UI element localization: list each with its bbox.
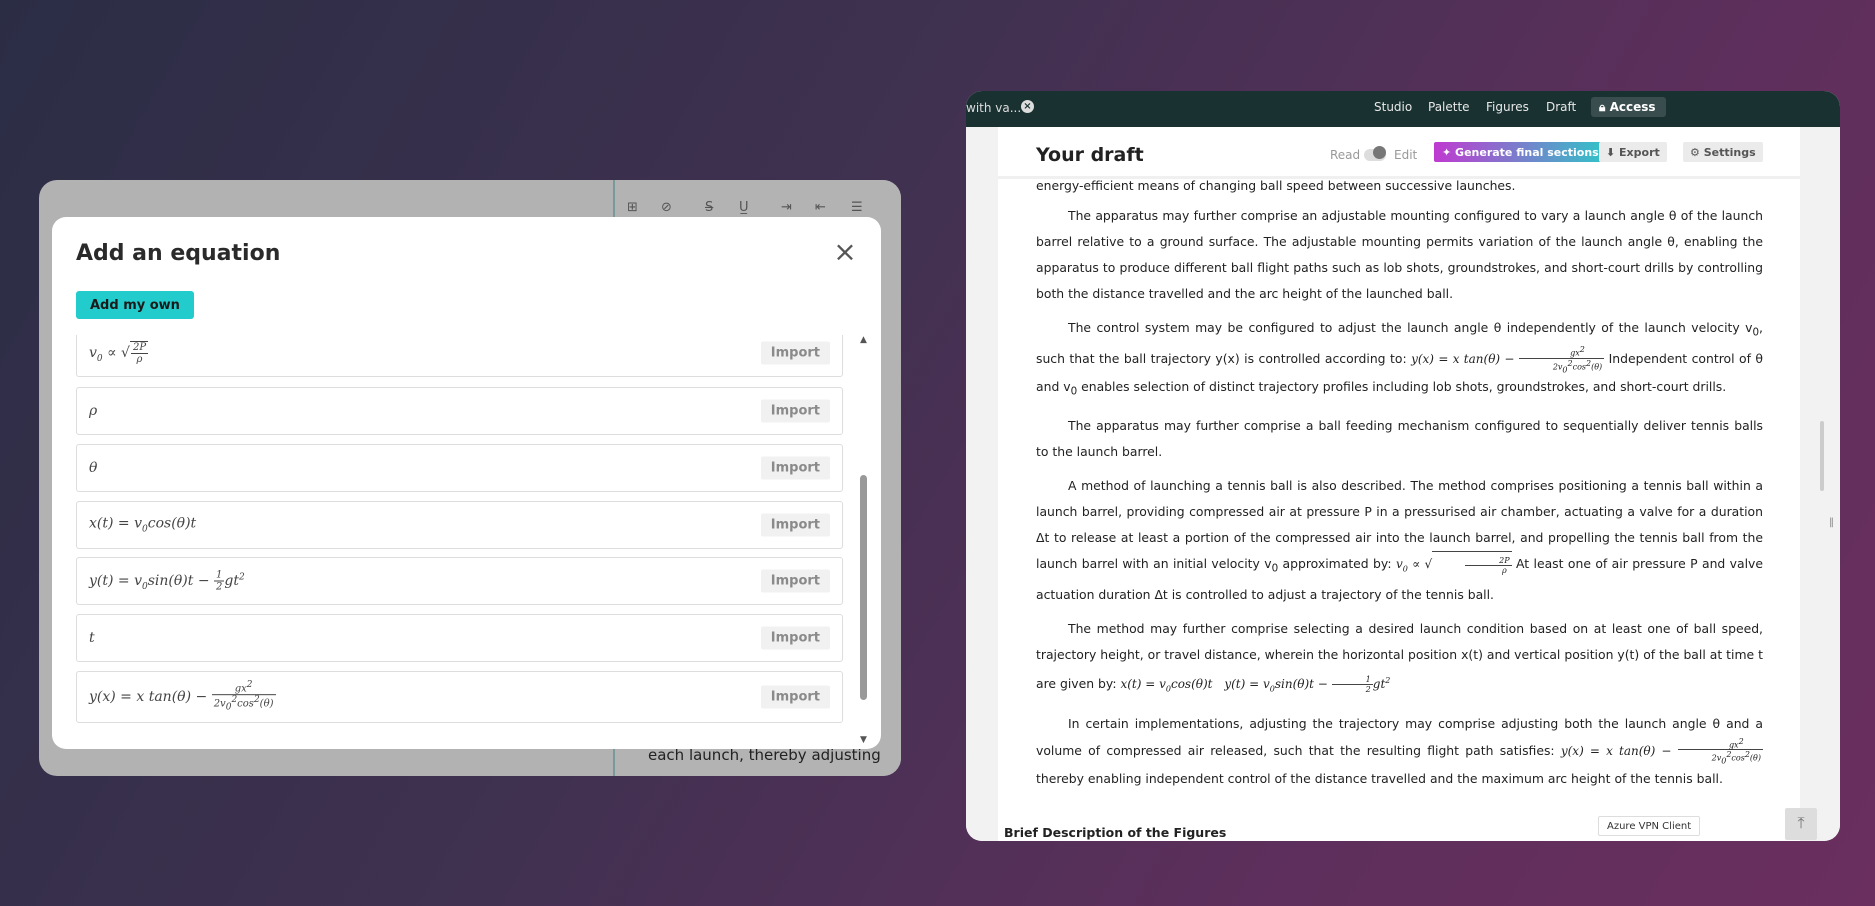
- left-gutter: [966, 127, 998, 841]
- generate-label: Generate final sections: [1455, 145, 1599, 159]
- import-button[interactable]: Import: [760, 626, 830, 650]
- equation-row[interactable]: ρ Import: [76, 387, 843, 435]
- resize-handle-icon[interactable]: ‖: [1829, 517, 1834, 528]
- export-label: Export: [1619, 145, 1660, 159]
- list-icon: ☰: [851, 200, 863, 215]
- equation-row[interactable]: t Import: [76, 614, 843, 662]
- equation-list-scrollbar[interactable]: ▲ ▼: [858, 335, 870, 745]
- no-image-icon: ⊘: [661, 200, 672, 215]
- nav-figures[interactable]: Figures: [1486, 100, 1529, 114]
- inline-equation-y-of-x: y(x) = x tan(θ) − gx2 2v02cos2(θ): [1411, 345, 1605, 375]
- paragraph: The apparatus may further comprise an ad…: [1036, 208, 1763, 301]
- import-button[interactable]: Import: [760, 685, 830, 709]
- download-icon: ⬇: [1606, 145, 1620, 159]
- import-button[interactable]: Import: [760, 399, 830, 423]
- settings-label: Settings: [1703, 145, 1756, 159]
- export-button[interactable]: ⬇ Export: [1599, 142, 1667, 162]
- right-gutter: ‖: [1800, 127, 1840, 841]
- access-button[interactable]: 🔒︎ Access: [1591, 97, 1666, 117]
- equation-theta: θ: [89, 460, 98, 476]
- import-button[interactable]: Import: [760, 513, 830, 537]
- text-run: enables selection of distinct trajectory…: [1077, 379, 1727, 395]
- equation-x-of-t: x(t) = v0cos(θ)t: [89, 515, 197, 535]
- vpn-client-tooltip: Azure VPN Client: [1598, 816, 1701, 836]
- inline-equation-v0-proportional: v0 ∝ √ 2P ρ: [1396, 550, 1512, 575]
- equation-row[interactable]: θ Import: [76, 444, 843, 492]
- strikethrough-icon: S̶: [705, 200, 714, 215]
- underline-icon: U̲: [739, 200, 749, 215]
- close-icon[interactable]: ×: [833, 238, 857, 266]
- scroll-up-arrow-icon[interactable]: ▲: [860, 335, 867, 345]
- equation-editor-window: ⊞ ⊘ S̶ U̲ ⇥ ⇤ ☰ ffe m pre im m T to each…: [39, 180, 901, 776]
- edit-mode-label: Edit: [1394, 148, 1418, 162]
- toggle-knob[interactable]: [1373, 146, 1386, 159]
- sparkle-icon: ✦: [1442, 145, 1456, 159]
- inline-equation-x-of-t: x(t) = v0cos(θ)t: [1120, 677, 1213, 694]
- insert-image-icon: ⊞: [627, 200, 638, 215]
- equation-row[interactable]: v0 ∝ √ 2P ρ Import: [76, 335, 843, 377]
- equation-list: v0 ∝ √ 2P ρ Import ρ Import θ Import x(t) …: [76, 335, 843, 741]
- top-navigation-bar: with va... × Studio Palette Figures Draf…: [966, 91, 1840, 127]
- modal-title: Add an equation: [76, 241, 281, 266]
- import-button[interactable]: Import: [760, 341, 830, 365]
- equation-row[interactable]: y(t) = v0sin(θ)t − 1 2 gt2 Import: [76, 557, 843, 605]
- paragraph: In certain implementations, adjusting th…: [1036, 711, 1763, 792]
- paragraph: energy-efficient means of changing ball …: [1036, 178, 1516, 193]
- equation-v0-proportional: v0 ∝ √ 2P ρ: [89, 341, 149, 365]
- paragraph: The apparatus may further comprise a bal…: [1036, 417, 1763, 459]
- indent-icon: ⇥: [781, 200, 792, 215]
- paragraph: The method may further comprise selectin…: [1036, 616, 1763, 702]
- equation-y-of-x: y(x) = x tan(θ) − gx2 2v02cos2(θ): [89, 680, 276, 713]
- document-area: Your draft Read Edit ✦ Generate final se…: [998, 127, 1800, 841]
- document-body[interactable]: energy-efficient means of changing ball …: [1036, 178, 1763, 800]
- settings-button[interactable]: ⚙ Settings: [1683, 142, 1763, 162]
- scroll-thumb[interactable]: [860, 475, 867, 700]
- import-button[interactable]: Import: [760, 569, 830, 593]
- equation-row[interactable]: y(x) = x tan(θ) − gx2 2v02cos2(θ) Import: [76, 671, 843, 723]
- generate-final-sections-button[interactable]: ✦ Generate final sections: [1434, 142, 1607, 162]
- equation-t: t: [89, 630, 95, 646]
- read-mode-label: Read: [1330, 148, 1361, 162]
- nav-studio[interactable]: Studio: [1374, 100, 1412, 114]
- add-equation-modal: Add an equation × Add my own v0 ∝ √ 2P ρ I…: [52, 217, 881, 749]
- paragraph: A method of launching a tennis ball is a…: [1036, 473, 1763, 608]
- document-scroll-thumb[interactable]: [1820, 421, 1824, 491]
- text-run: The control system may be configured to …: [1068, 320, 1753, 335]
- draft-header: Your draft Read Edit ✦ Generate final se…: [998, 127, 1800, 179]
- nav-palette[interactable]: Palette: [1428, 100, 1470, 114]
- add-my-own-button[interactable]: Add my own: [76, 291, 194, 319]
- text-run: thereby enabling independent control of …: [1036, 770, 1723, 786]
- import-button[interactable]: Import: [760, 456, 830, 480]
- close-tab-icon[interactable]: ×: [1021, 100, 1034, 113]
- inline-equation-y-of-x: y(x) = x tan(θ) − gx2 2v02cos2(θ): [1560, 736, 1763, 766]
- equation-row[interactable]: x(t) = v0cos(θ)t Import: [76, 501, 843, 549]
- tab-title[interactable]: with va...: [966, 101, 1021, 115]
- draft-window: with va... × Studio Palette Figures Draf…: [966, 91, 1840, 841]
- gear-icon: ⚙: [1690, 145, 1704, 159]
- equation-rho: ρ: [89, 403, 98, 419]
- scroll-down-arrow-icon[interactable]: ▼: [860, 735, 867, 745]
- nav-draft[interactable]: Draft: [1546, 100, 1576, 114]
- equation-y-of-t: y(t) = v0sin(θ)t − 1 2 gt2: [89, 569, 245, 593]
- section-heading: Brief Description of the Figures: [1004, 825, 1227, 840]
- scroll-to-top-icon[interactable]: ⤒: [1785, 808, 1817, 840]
- inline-equation-y-of-t: y(t) = v0sin(θ)t − 1 2 gt2: [1224, 675, 1391, 695]
- lock-icon: 🔒︎: [1599, 100, 1610, 114]
- page-title: Your draft: [1036, 144, 1144, 166]
- text-run: approximated by:: [1278, 555, 1396, 571]
- outdent-icon: ⇤: [815, 200, 826, 215]
- paragraph: The control system may be configured to …: [1036, 315, 1763, 405]
- access-label: Access: [1609, 100, 1656, 114]
